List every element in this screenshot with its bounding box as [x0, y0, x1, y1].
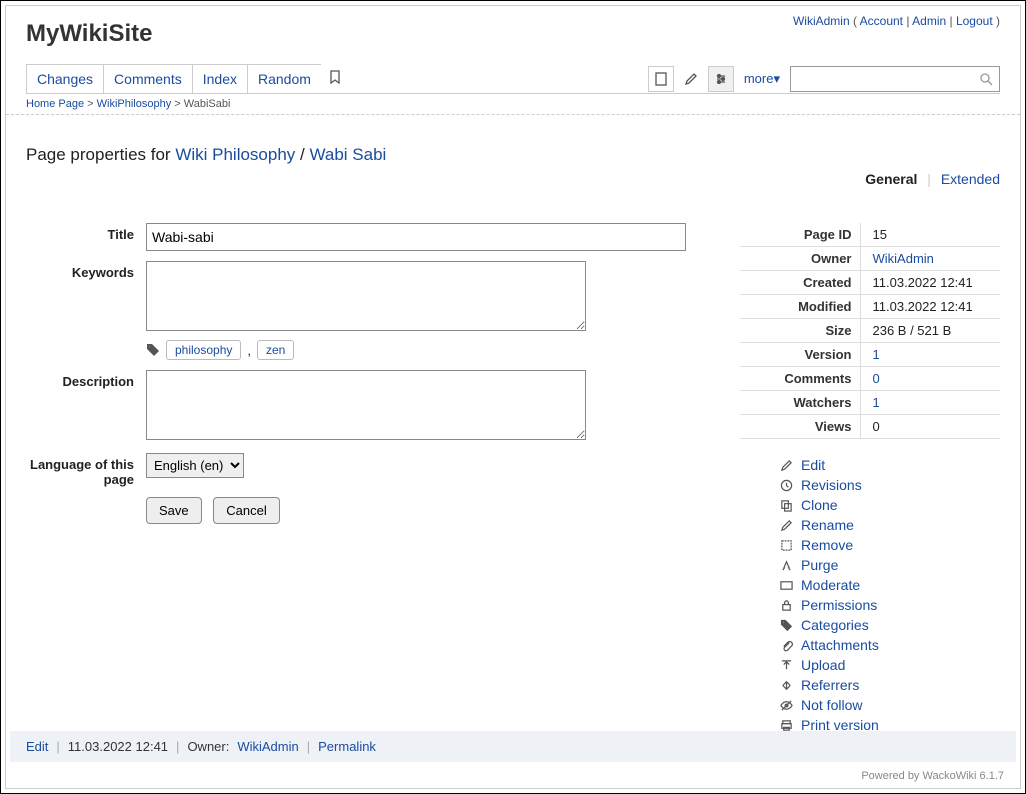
purge-icon — [780, 559, 793, 572]
title-input[interactable] — [146, 223, 686, 251]
account-link[interactable]: Account — [860, 14, 903, 28]
breadcrumb: Home Page > WikiPhilosophy > WabiSabi — [6, 94, 1020, 115]
tag-philosophy[interactable]: philosophy — [166, 340, 241, 360]
action-revisions[interactable]: Revisions — [801, 477, 862, 493]
language-label: Language of this page — [26, 453, 146, 487]
search-box[interactable] — [790, 66, 1000, 92]
tab-random[interactable]: Random — [247, 64, 322, 93]
bookmark-icon[interactable] — [321, 64, 349, 93]
meta-watchers[interactable]: 1 — [873, 395, 880, 410]
footer-permalink[interactable]: Permalink — [318, 739, 376, 754]
description-label: Description — [26, 370, 146, 443]
clock-icon — [780, 479, 793, 492]
description-input[interactable] — [146, 370, 586, 440]
footer-edit[interactable]: Edit — [26, 739, 48, 754]
action-attachments[interactable]: Attachments — [801, 637, 879, 653]
cancel-button[interactable]: Cancel — [213, 497, 279, 524]
paperclip-icon — [780, 639, 793, 652]
lock-icon — [780, 599, 793, 612]
tag-icon — [146, 343, 160, 357]
more-dropdown[interactable]: more▾ — [744, 71, 780, 87]
action-remove[interactable]: Remove — [801, 537, 853, 553]
meta-created: 11.03.2022 12:41 — [860, 271, 1000, 295]
tag-zen[interactable]: zen — [257, 340, 294, 360]
new-page-icon[interactable] — [648, 66, 674, 92]
action-rename[interactable]: Rename — [801, 517, 854, 533]
print-icon — [780, 719, 793, 732]
tag-icon — [780, 619, 793, 632]
moderate-icon — [780, 579, 793, 592]
title-label: Title — [26, 223, 146, 251]
page-link-parent[interactable]: Wiki Philosophy — [175, 145, 295, 164]
nav-tabs: Changes Comments Index Random — [26, 64, 348, 93]
tab-index[interactable]: Index — [192, 64, 248, 93]
page-title: Page properties for Wiki Philosophy / Wa… — [26, 145, 1000, 165]
action-clone[interactable]: Clone — [801, 497, 838, 513]
footer-timestamp: 11.03.2022 12:41 — [68, 739, 168, 754]
footer-owner-label: Owner: — [187, 739, 229, 754]
remove-icon — [780, 539, 793, 552]
action-purge[interactable]: Purge — [801, 557, 838, 573]
site-title: MyWikiSite — [26, 14, 152, 48]
action-upload[interactable]: Upload — [801, 657, 845, 673]
upload-icon — [780, 659, 793, 672]
tag-separator: , — [247, 343, 251, 358]
search-input[interactable] — [797, 70, 979, 87]
action-referrers[interactable]: Referrers — [801, 677, 859, 693]
pencil-icon — [780, 459, 793, 472]
clone-icon — [780, 499, 793, 512]
powered-by: Powered by WackoWiki 6.1.7 — [861, 770, 1004, 782]
property-tabs: General | Extended — [26, 171, 1000, 187]
logout-link[interactable]: Logout — [956, 14, 993, 28]
page-actions: Edit Revisions Clone Rename Remove Purge… — [780, 455, 1000, 735]
tab-general[interactable]: General — [865, 171, 917, 187]
breadcrumb-home[interactable]: Home Page — [26, 98, 84, 110]
meta-page-id: 15 — [860, 223, 1000, 247]
eye-off-icon — [780, 699, 793, 712]
edit-icon[interactable] — [678, 66, 704, 92]
admin-link[interactable]: Admin — [912, 14, 946, 28]
keywords-input[interactable] — [146, 261, 586, 331]
breadcrumb-parent[interactable]: WikiPhilosophy — [97, 98, 172, 110]
language-select[interactable]: English (en) — [146, 453, 244, 478]
meta-owner[interactable]: WikiAdmin — [873, 251, 934, 266]
action-not-follow[interactable]: Not follow — [801, 697, 862, 713]
footer: Edit | 11.03.2022 12:41 | Owner: WikiAdm… — [10, 731, 1016, 762]
user-link[interactable]: WikiAdmin — [793, 14, 850, 28]
tab-extended[interactable]: Extended — [941, 171, 1000, 187]
meta-modified: 11.03.2022 12:41 — [860, 295, 1000, 319]
meta-size: 236 B / 521 B — [860, 319, 1000, 343]
action-moderate[interactable]: Moderate — [801, 577, 860, 593]
keywords-label: Keywords — [26, 261, 146, 360]
tab-comments[interactable]: Comments — [103, 64, 193, 93]
meta-version[interactable]: 1 — [873, 347, 880, 362]
referrers-icon — [780, 679, 793, 692]
user-info: WikiAdmin ( Account | Admin | Logout ) — [793, 14, 1000, 28]
meta-views: 0 — [860, 415, 1000, 439]
footer-owner[interactable]: WikiAdmin — [237, 739, 298, 754]
properties-icon[interactable] — [708, 66, 734, 92]
breadcrumb-current: WabiSabi — [184, 98, 231, 110]
pencil-icon — [780, 519, 793, 532]
save-button[interactable]: Save — [146, 497, 202, 524]
action-edit[interactable]: Edit — [801, 457, 825, 473]
action-permissions[interactable]: Permissions — [801, 597, 877, 613]
meta-table: Page ID15 OwnerWikiAdmin Created11.03.20… — [740, 223, 1000, 439]
page-link-current[interactable]: Wabi Sabi — [309, 145, 386, 164]
action-categories[interactable]: Categories — [801, 617, 869, 633]
meta-comments[interactable]: 0 — [873, 371, 880, 386]
search-icon[interactable] — [979, 72, 993, 86]
tab-changes[interactable]: Changes — [26, 64, 104, 93]
